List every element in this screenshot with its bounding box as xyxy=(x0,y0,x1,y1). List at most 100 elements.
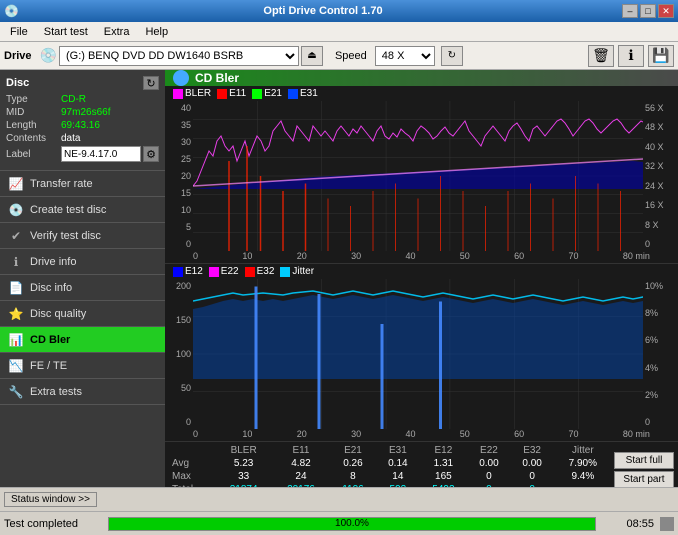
disc-label-input[interactable] xyxy=(61,146,141,162)
y-top-right-8x: 8 X xyxy=(645,220,659,230)
sidebar-item-transfer-rate[interactable]: 📈 Transfer rate xyxy=(0,171,165,197)
disc-quality-icon: ⭐ xyxy=(8,306,24,322)
extra-tests-icon: 🔧 xyxy=(8,384,24,400)
x-top-20: 20 xyxy=(297,251,307,261)
toolbar-info-button[interactable]: ℹ xyxy=(618,45,644,67)
stats-total-e21: 1106 xyxy=(330,483,377,487)
sidebar-item-fe-te[interactable]: 📉 FE / TE xyxy=(0,353,165,379)
y-bottom-right-6pct: 6% xyxy=(645,335,658,345)
y-top-right-32x: 32 X xyxy=(645,161,664,171)
menu-extra[interactable]: Extra xyxy=(96,24,138,40)
stats-col-bler: BLER xyxy=(215,444,272,457)
e21-legend-label: E21 xyxy=(264,88,282,99)
start-part-button[interactable]: Start part xyxy=(614,471,674,487)
y-top-label-0: 0 xyxy=(186,239,191,249)
bottom-status-bar: Status window >> xyxy=(0,487,678,511)
disc-type-label: Type xyxy=(6,94,61,105)
y-bottom-50: 50 xyxy=(181,383,191,393)
y-top-right-24x: 24 X xyxy=(645,181,664,191)
sidebar-item-disc-quality-label: Disc quality xyxy=(30,308,86,320)
disc-panel: Disc ↻ Type CD-R MID 97m26s66f Length 69… xyxy=(0,70,165,171)
x-bottom-20: 20 xyxy=(297,429,307,439)
menu-file[interactable]: File xyxy=(2,24,36,40)
titlebar: 💿 Opti Drive Control 1.70 – □ ✕ xyxy=(0,0,678,22)
stats-table: BLER E11 E21 E31 E12 E22 E32 Jitter Avg … xyxy=(169,444,612,487)
y-top-right-48x: 48 X xyxy=(645,122,664,132)
toolbar-save-button[interactable]: 💾 xyxy=(648,45,674,67)
sidebar-item-verify-test-disc-label: Verify test disc xyxy=(30,230,101,242)
sidebar: Disc ↻ Type CD-R MID 97m26s66f Length 69… xyxy=(0,70,165,487)
refresh-button[interactable]: ↻ xyxy=(441,46,463,66)
stats-avg-bler: 5.23 xyxy=(215,457,272,470)
main-content: Disc ↻ Type CD-R MID 97m26s66f Length 69… xyxy=(0,70,678,487)
sidebar-item-disc-quality[interactable]: ⭐ Disc quality xyxy=(0,301,165,327)
x-top-60: 60 xyxy=(514,251,524,261)
y-bottom-right-4pct: 4% xyxy=(645,363,658,373)
y-top-label-5: 5 xyxy=(186,222,191,232)
x-bottom-50: 50 xyxy=(460,429,470,439)
menu-start-test[interactable]: Start test xyxy=(36,24,96,40)
sidebar-item-verify-test-disc[interactable]: ✔ Verify test disc xyxy=(0,223,165,249)
eject-button[interactable]: ⏏ xyxy=(301,46,323,66)
speed-select[interactable]: 48 X xyxy=(375,46,435,66)
y-top-label-40: 40 xyxy=(181,103,191,113)
disc-mid-value: 97m26s66f xyxy=(61,107,110,118)
top-chart-svg xyxy=(193,101,643,251)
disc-refresh-button[interactable]: ↻ xyxy=(143,76,159,90)
toolbar-erase-button[interactable]: 🗑 xyxy=(588,45,614,67)
chart-header: CD Bler xyxy=(165,70,678,86)
y-bottom-right-2pct: 2% xyxy=(645,390,658,400)
sidebar-item-create-test-disc[interactable]: 💿 Create test disc xyxy=(0,197,165,223)
stats-max-label: Max xyxy=(169,470,215,483)
bottom-chart-svg xyxy=(193,279,643,429)
start-full-button[interactable]: Start full xyxy=(614,452,674,469)
disc-length-value: 69:43.16 xyxy=(61,120,100,131)
chart-title: CD Bler xyxy=(195,71,239,85)
sidebar-item-disc-info[interactable]: 📄 Disc info xyxy=(0,275,165,301)
stats-total-e22: 0 xyxy=(467,483,510,487)
stats-max-e11: 24 xyxy=(272,470,329,483)
stats-col-e21: E21 xyxy=(330,444,377,457)
disc-label-button[interactable]: ⚙ xyxy=(143,146,159,162)
stats-avg-jitter: 7.90% xyxy=(554,457,612,470)
status-bar: Test completed 100.0% 08:55 xyxy=(0,511,678,535)
y-bottom-0: 0 xyxy=(186,417,191,427)
sidebar-item-cd-bler[interactable]: 📊 CD Bler xyxy=(0,327,165,353)
x-bottom-10: 10 xyxy=(242,429,252,439)
drive-label: Drive xyxy=(4,50,32,62)
y-top-label-35: 35 xyxy=(181,120,191,130)
stats-total-jitter xyxy=(554,483,612,487)
minimize-button[interactable]: – xyxy=(622,4,638,18)
drive-select[interactable]: (G:) BENQ DVD DD DW1640 BSRB xyxy=(59,46,299,66)
disc-contents-value: data xyxy=(61,133,80,144)
e31-legend-box xyxy=(288,89,298,99)
maximize-button[interactable]: □ xyxy=(640,4,656,18)
transfer-rate-icon: 📈 xyxy=(8,176,24,192)
sidebar-item-transfer-rate-label: Transfer rate xyxy=(30,178,93,190)
y-top-right-56x: 56 X xyxy=(645,103,664,113)
app-title: Opti Drive Control 1.70 xyxy=(24,5,622,17)
x-bottom-80min: 80 min xyxy=(623,429,650,439)
stats-avg-e21: 0.26 xyxy=(330,457,377,470)
sidebar-item-create-test-disc-label: Create test disc xyxy=(30,204,106,216)
stats-col-e11: E11 xyxy=(272,444,329,457)
e31-legend-label: E31 xyxy=(300,88,318,99)
stats-col-jitter: Jitter xyxy=(554,444,612,457)
close-button[interactable]: ✕ xyxy=(658,4,674,18)
y-top-label-20: 20 xyxy=(181,171,191,181)
sidebar-item-drive-info[interactable]: ℹ Drive info xyxy=(0,249,165,275)
e32-legend-label: E32 xyxy=(257,266,275,277)
chart-bottom-legend: E12 E22 E32 Jitter xyxy=(165,264,678,279)
x-top-50: 50 xyxy=(460,251,470,261)
create-test-disc-icon: 💿 xyxy=(8,202,24,218)
e21-legend-box xyxy=(252,89,262,99)
stats-total-e32: 0 xyxy=(511,483,554,487)
sidebar-item-extra-tests[interactable]: 🔧 Extra tests xyxy=(0,379,165,405)
stats-total-row: Total 21874 20176 1106 592 5492 0 0 xyxy=(169,483,612,487)
status-text: Test completed xyxy=(4,518,104,530)
status-window-button[interactable]: Status window >> xyxy=(4,492,97,507)
y-top-label-15: 15 xyxy=(181,188,191,198)
menu-help[interactable]: Help xyxy=(137,24,176,40)
sidebar-item-fe-te-label: FE / TE xyxy=(30,360,67,372)
status-indicator-icon xyxy=(660,517,674,531)
